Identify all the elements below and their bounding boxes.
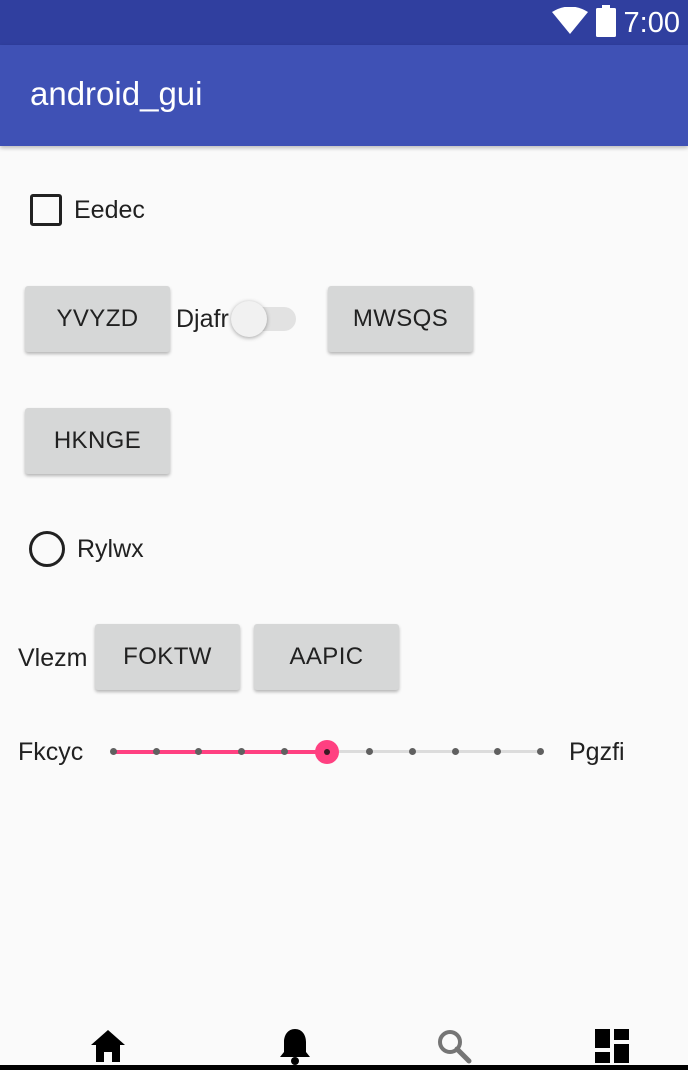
slider-tick [280, 748, 288, 755]
status-bar: 7:00 [0, 0, 688, 45]
home-icon[interactable] [88, 1026, 128, 1066]
radio-circle[interactable] [29, 531, 65, 567]
radio-label: Rylwx [77, 534, 144, 563]
switch-label: Djafr [176, 305, 229, 333]
slider-tick [152, 748, 160, 755]
hknge-button[interactable]: HKNGE [25, 408, 170, 474]
bell-icon[interactable] [275, 1026, 315, 1066]
slider-thumb-dot [323, 749, 330, 755]
status-time: 7:00 [623, 6, 680, 39]
yvyzd-button[interactable]: YVYZD [25, 286, 170, 352]
app-bar: android_gui [0, 45, 688, 146]
slider-tick [110, 748, 117, 755]
discrete-slider[interactable] [110, 736, 544, 768]
slider-tick [366, 748, 374, 755]
status-icons: 7:00 [551, 4, 680, 42]
slider-tick [451, 748, 459, 755]
mwsqs-button[interactable]: MWSQS [328, 286, 473, 352]
slider-tick [408, 748, 416, 755]
slider-thumb[interactable] [314, 740, 339, 764]
bottom-edge [0, 1065, 688, 1070]
checkbox-eedec[interactable]: Eedec [30, 194, 145, 226]
slider-right-label: Pgzfi [569, 738, 625, 766]
wifi-icon [551, 6, 588, 40]
switch-thumb[interactable] [231, 301, 267, 337]
aapic-button[interactable]: AAPIC [254, 624, 399, 690]
slider-tick [537, 748, 544, 755]
checkbox-box[interactable] [30, 194, 62, 226]
checkbox-label: Eedec [74, 195, 145, 224]
search-icon[interactable] [434, 1026, 474, 1066]
slider-left-label: Fkcyc [18, 738, 84, 766]
battery-icon [595, 4, 616, 42]
slider-tick [494, 748, 502, 755]
app-title: android_gui [30, 75, 203, 112]
bottom-navigation [0, 1012, 688, 1070]
slider-fill [113, 750, 327, 754]
vlezm-label: Vlezm [18, 644, 88, 672]
foktw-button[interactable]: FOKTW [95, 624, 240, 690]
dashboard-icon[interactable] [592, 1026, 632, 1066]
radio-rylwx[interactable]: Rylwx [29, 531, 144, 567]
